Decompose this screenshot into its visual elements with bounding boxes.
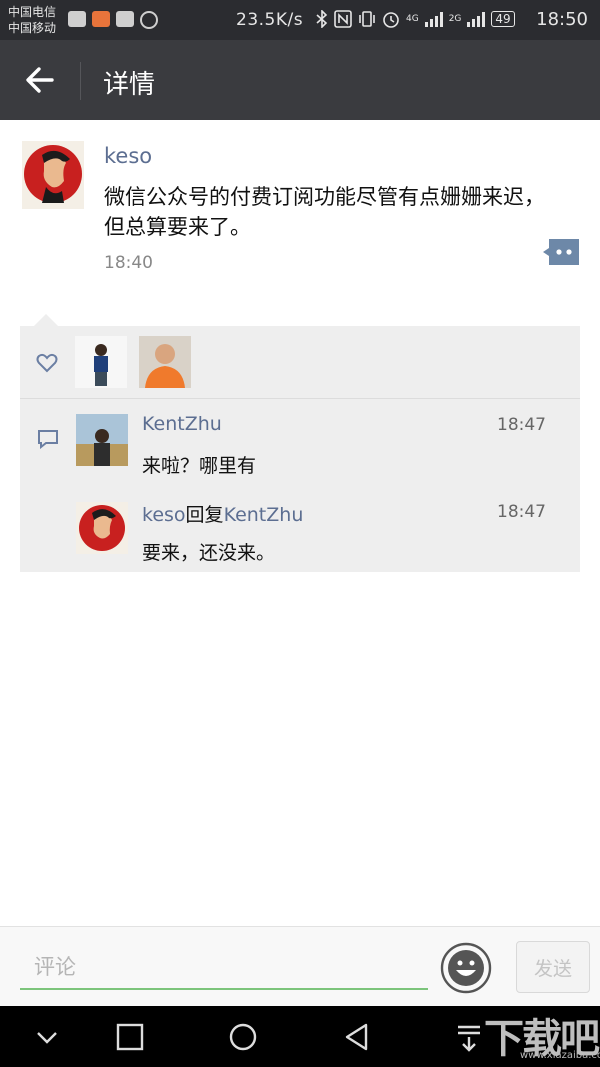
page-title: 详情: [103, 70, 156, 100]
net-speed: 23.5K/s: [236, 10, 304, 30]
carrier-1: 中国电信: [8, 5, 57, 19]
comment-author-2-name[interactable]: keso: [142, 504, 186, 526]
watermark-url: www.xiazaiba.com: [520, 1050, 600, 1061]
like-avatar-2[interactable]: [139, 336, 191, 388]
status-icons: 4G 2G 49: [316, 10, 515, 28]
status-bar: 中国电信 中国移动 23.5K/s 4G 2G 49 18:50: [0, 0, 600, 40]
hide-nav-icon[interactable]: [30, 1020, 64, 1054]
notification-icons: [68, 11, 158, 29]
heart-icon: [36, 353, 58, 373]
more-actions-icon[interactable]: [543, 239, 579, 265]
comment-reply-to[interactable]: KentZhu: [224, 504, 304, 526]
comment-author-1[interactable]: KentZhu: [142, 413, 222, 435]
panel-separator: [20, 398, 580, 399]
network-type-1: 4G: [406, 13, 419, 24]
system-back-icon[interactable]: [340, 1020, 374, 1054]
like-avatar-1[interactable]: [75, 336, 127, 388]
battery-icon: 49: [491, 11, 515, 27]
title-divider: [80, 62, 81, 100]
signal-1-icon: [424, 11, 443, 27]
panel-pointer: [34, 314, 58, 326]
post-content: 微信公众号的付费订阅功能尽管有点姗姗来迟，但总算要来了。: [104, 185, 545, 239]
app-notification-icon: [92, 11, 110, 27]
comment-text-1[interactable]: 来啦？哪里有: [142, 451, 256, 478]
network-type-2: 2G: [448, 13, 462, 24]
bluetooth-icon: [316, 10, 328, 28]
comment-input[interactable]: [20, 946, 428, 990]
comment-icon: [38, 430, 58, 449]
comment-author-2[interactable]: keso回复KentZhu: [142, 500, 303, 527]
post-author[interactable]: keso: [104, 144, 152, 168]
home-icon[interactable]: [226, 1020, 260, 1054]
alarm-icon: [383, 12, 399, 28]
post-time: 18:40: [104, 253, 153, 273]
status-time: 18:50: [536, 9, 588, 30]
carrier-2: 中国移动: [8, 21, 57, 35]
signal-2-icon: [467, 11, 486, 27]
comment-avatar-1[interactable]: [76, 414, 128, 466]
emoji-icon[interactable]: [440, 942, 492, 994]
send-button[interactable]: 发送: [516, 941, 590, 993]
comment-time-1: 18:47: [497, 415, 546, 435]
vibrate-icon: [359, 11, 375, 27]
loading-icon: [140, 11, 158, 29]
carrier-labels: 中国电信 中国移动: [8, 4, 56, 36]
notification-pull-icon[interactable]: [452, 1020, 486, 1054]
comment-time-2: 18:47: [497, 502, 546, 522]
recents-icon[interactable]: [113, 1020, 147, 1054]
nfc-icon: [334, 10, 352, 28]
reply-word: 回复: [185, 504, 224, 526]
briefcase-icon: [68, 11, 86, 27]
comment-avatar-2[interactable]: [76, 502, 128, 554]
mail-icon: [116, 11, 134, 27]
comment-text-2[interactable]: 要来，还没来。: [142, 538, 275, 565]
author-avatar[interactable]: [22, 141, 84, 209]
back-arrow-icon[interactable]: [22, 62, 58, 98]
title-bar: 详情: [0, 40, 600, 120]
